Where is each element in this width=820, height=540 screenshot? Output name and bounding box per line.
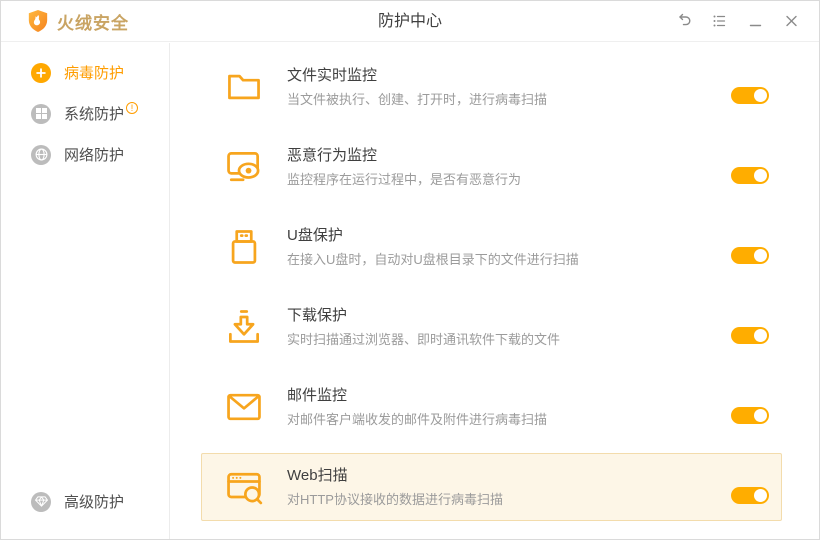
sidebar-item-network-protection[interactable]: 网络防护 (1, 134, 169, 175)
alert-badge: ! (126, 102, 138, 114)
advanced-protection-icon (31, 492, 51, 512)
undo-button[interactable] (669, 8, 697, 34)
protection-title: 文件实时监控 (287, 66, 547, 86)
toggle-knob (754, 169, 767, 182)
protection-text: Web扫描 对HTTP协议接收的数据进行病毒扫描 (287, 466, 503, 508)
sidebar-item-virus-protection[interactable]: 病毒防护 (1, 52, 169, 93)
toggle-knob (754, 489, 767, 502)
protection-text: 邮件监控 对邮件客户端收发的邮件及附件进行病毒扫描 (287, 386, 547, 428)
minimize-button[interactable] (741, 8, 769, 34)
protection-text: 下载保护 实时扫描通过浏览器、即时通讯软件下载的文件 (287, 306, 560, 348)
toggle-knob (754, 249, 767, 262)
protection-desc: 当文件被执行、创建、打开时，进行病毒扫描 (287, 91, 547, 108)
protection-title: 邮件监控 (287, 386, 547, 406)
protection-text: U盘保护 在接入U盘时，自动对U盘根目录下的文件进行扫描 (287, 226, 579, 268)
protection-row[interactable]: 下载保护 实时扫描通过浏览器、即时通讯软件下载的文件 (201, 287, 782, 367)
brand-name: 火绒安全 (57, 9, 129, 34)
toggle-switch[interactable] (731, 487, 769, 504)
toggle-switch[interactable] (731, 247, 769, 264)
toggle-knob (754, 409, 767, 422)
protection-row[interactable]: Web扫描 对HTTP协议接收的数据进行病毒扫描 (201, 453, 782, 521)
sidebar-item-advanced-protection[interactable]: 高级防护 (1, 481, 168, 522)
behavior-monitor-icon (222, 145, 266, 189)
protection-desc: 对邮件客户端收发的邮件及附件进行病毒扫描 (287, 411, 547, 428)
protection-title: U盘保护 (287, 226, 579, 246)
protection-row[interactable]: 恶意行为监控 监控程序在运行过程中，是否有恶意行为 (201, 127, 782, 207)
protection-title: 下载保护 (287, 306, 560, 326)
protection-row[interactable]: U盘保护 在接入U盘时，自动对U盘根目录下的文件进行扫描 (201, 207, 782, 287)
protection-title: 恶意行为监控 (287, 146, 521, 166)
file-monitor-icon (222, 65, 266, 109)
sidebar: 病毒防护 系统防护 ! 网络防护 (1, 43, 170, 539)
protection-title: Web扫描 (287, 466, 503, 486)
toggle-knob (754, 89, 767, 102)
protection-desc: 监控程序在运行过程中，是否有恶意行为 (287, 171, 521, 188)
network-protection-icon (31, 145, 51, 165)
toggle-switch[interactable] (731, 167, 769, 184)
protection-list: 文件实时监控 当文件被执行、创建、打开时，进行病毒扫描 (171, 42, 819, 539)
app-window: 火绒安全 防护中心 (0, 0, 820, 540)
log-list-button[interactable] (705, 8, 733, 34)
usb-protect-icon (222, 225, 266, 269)
toggle-knob (754, 329, 767, 342)
close-button[interactable] (777, 8, 805, 34)
sidebar-item-label: 网络防护 (64, 144, 124, 165)
undo-icon (675, 13, 692, 29)
virus-protection-icon (31, 63, 51, 83)
protection-text: 恶意行为监控 监控程序在运行过程中，是否有恶意行为 (287, 146, 521, 188)
app-logo-icon (27, 9, 49, 33)
download-protect-icon (222, 305, 266, 349)
sidebar-item-label: 高级防护 (64, 491, 124, 512)
sidebar-item-label: 系统防护 (64, 103, 124, 124)
protection-desc: 在接入U盘时，自动对U盘根目录下的文件进行扫描 (287, 251, 579, 268)
protection-desc: 对HTTP协议接收的数据进行病毒扫描 (287, 491, 503, 508)
protection-row[interactable]: 邮件监控 对邮件客户端收发的邮件及附件进行病毒扫描 (201, 367, 782, 447)
window-controls (669, 8, 805, 34)
mail-monitor-icon (222, 385, 266, 429)
titlebar: 火绒安全 防护中心 (1, 1, 819, 42)
sidebar-item-system-protection[interactable]: 系统防护 ! (1, 93, 169, 134)
protection-row[interactable]: 文件实时监控 当文件被执行、创建、打开时，进行病毒扫描 (201, 47, 782, 127)
protection-text: 文件实时监控 当文件被执行、创建、打开时，进行病毒扫描 (287, 66, 547, 108)
toggle-switch[interactable] (731, 87, 769, 104)
brand: 火绒安全 (27, 9, 129, 34)
toggle-switch[interactable] (731, 327, 769, 344)
log-list-icon (711, 13, 728, 29)
system-protection-icon (31, 104, 51, 124)
web-scan-icon (222, 465, 266, 509)
sidebar-item-label: 病毒防护 (64, 62, 124, 83)
protection-desc: 实时扫描通过浏览器、即时通讯软件下载的文件 (287, 331, 560, 348)
minimize-icon (747, 13, 764, 29)
close-icon (783, 13, 800, 29)
toggle-switch[interactable] (731, 407, 769, 424)
